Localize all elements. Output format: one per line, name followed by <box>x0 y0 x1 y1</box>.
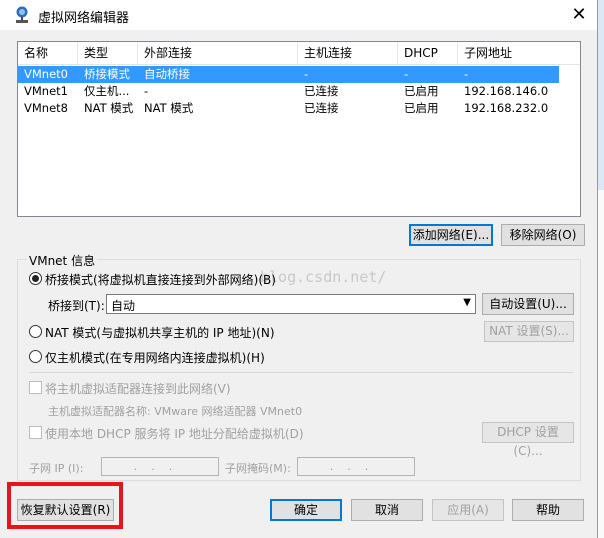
chevron-down-icon: ▼ <box>463 297 471 308</box>
cell-dhcp: 已启用 <box>404 84 439 98</box>
column-header-subnet[interactable]: 子网地址 <box>458 42 558 64</box>
dhcp-label[interactable]: 使用本地 DHCP 服务将 IP 地址分配给虚拟机(D) <box>45 425 304 442</box>
network-list[interactable]: 名称 类型 外部连接 主机连接 DHCP 子网地址 VMnet0 桥接模式 自动… <box>17 41 581 217</box>
column-header-external[interactable]: 外部连接 <box>138 42 298 64</box>
dhcp-checkbox[interactable] <box>29 426 42 439</box>
dhcp-settings-button[interactable]: DHCP 设置(C)... <box>482 422 574 458</box>
cell-external: - <box>144 84 149 98</box>
nat-mode-label[interactable]: NAT 模式(与虚拟机共享主机的 IP 地址)(N) <box>45 324 275 341</box>
network-app-icon <box>16 6 28 23</box>
column-header-type[interactable]: 类型 <box>78 42 138 64</box>
window-title: 虚拟网络编辑器 <box>38 11 130 26</box>
table-row-vmnet1[interactable]: VMnet1 仅主机... - 已连接 已启用 192.168.146.0 <box>18 83 559 100</box>
connect-adapter-checkbox[interactable] <box>29 381 42 394</box>
cell-host: - <box>304 67 309 81</box>
title-bar: 虚拟网络编辑器 ✕ <box>0 0 597 30</box>
auto-settings-button[interactable]: 自动设置(U)... <box>482 293 574 315</box>
cell-subnet: - <box>464 67 469 81</box>
cell-dhcp: 已启用 <box>404 101 439 115</box>
separator <box>29 372 573 373</box>
subnet-ip-input[interactable]: ... <box>101 457 219 476</box>
cell-external: NAT 模式 <box>144 101 194 115</box>
table-row-vmnet0[interactable]: VMnet0 桥接模式 自动桥接 - - - <box>18 66 559 83</box>
background-highlight <box>598 0 604 190</box>
help-button[interactable]: 帮助 <box>512 499 584 521</box>
nat-settings-button[interactable]: NAT 设置(S)... <box>484 321 574 342</box>
list-header: 名称 类型 外部连接 主机连接 DHCP 子网地址 <box>18 42 580 65</box>
bridged-mode-label[interactable]: 桥接模式(将虚拟机直接连接到外部网络)(B) <box>45 271 276 288</box>
watermark: blog.csdn.net/ <box>260 268 387 286</box>
bridged-mode-radio[interactable] <box>29 272 42 285</box>
cell-type: NAT 模式 <box>84 101 134 115</box>
cell-host: 已连接 <box>304 84 339 98</box>
remove-network-button[interactable]: 移除网络(O) <box>501 224 585 246</box>
cell-name: VMnet1 <box>24 84 68 98</box>
add-network-button[interactable]: 添加网络(E)... <box>409 224 493 246</box>
connect-adapter-label[interactable]: 将主机虚拟适配器连接到此网络(V) <box>45 380 231 397</box>
bridge-to-label: 桥接到(T): <box>48 299 105 313</box>
subnet-mask-input[interactable]: ... <box>297 457 415 476</box>
column-header-dhcp[interactable]: DHCP <box>398 42 458 64</box>
adapter-name-text: 主机虚拟适配器名称: VMware 网络适配器 VMnet0 <box>48 405 303 418</box>
cancel-button[interactable]: 取消 <box>351 499 423 521</box>
host-only-radio[interactable] <box>29 350 42 363</box>
bridge-to-value: 自动 <box>111 299 136 313</box>
cell-type: 仅主机... <box>84 84 130 98</box>
host-only-label[interactable]: 仅主机模式(在专用网络内连接虚拟机)(H) <box>45 349 265 366</box>
group-label: VMnet 信息 <box>27 252 98 269</box>
cell-subnet: 192.168.146.0 <box>464 84 549 98</box>
table-row-vmnet8[interactable]: VMnet8 NAT 模式 NAT 模式 已连接 已启用 192.168.232… <box>18 100 559 117</box>
cell-name: VMnet8 <box>24 101 68 115</box>
close-icon[interactable]: ✕ <box>568 4 590 26</box>
cell-host: 已连接 <box>304 101 339 115</box>
cell-subnet: 192.168.232.0 <box>464 101 549 115</box>
ok-button[interactable]: 确定 <box>270 499 342 521</box>
highlight-box <box>7 482 123 529</box>
virtual-network-editor-dialog: 虚拟网络编辑器 ✕ 名称 类型 外部连接 主机连接 DHCP 子网地址 VMne… <box>0 0 598 538</box>
cell-external: 自动桥接 <box>144 67 190 81</box>
cell-name: VMnet0 <box>24 67 68 81</box>
column-header-host[interactable]: 主机连接 <box>298 42 398 64</box>
subnet-mask-label: 子网掩码(M): <box>225 462 291 475</box>
apply-button[interactable]: 应用(A) <box>432 499 504 521</box>
cell-dhcp: - <box>404 67 409 81</box>
background-window-edge <box>598 0 604 538</box>
cell-type: 桥接模式 <box>84 67 130 81</box>
column-header-name[interactable]: 名称 <box>18 42 78 64</box>
subnet-ip-label: 子网 IP (I): <box>29 462 84 475</box>
bridge-to-select[interactable]: 自动 ▼ <box>106 294 476 314</box>
nat-mode-radio[interactable] <box>29 325 42 338</box>
